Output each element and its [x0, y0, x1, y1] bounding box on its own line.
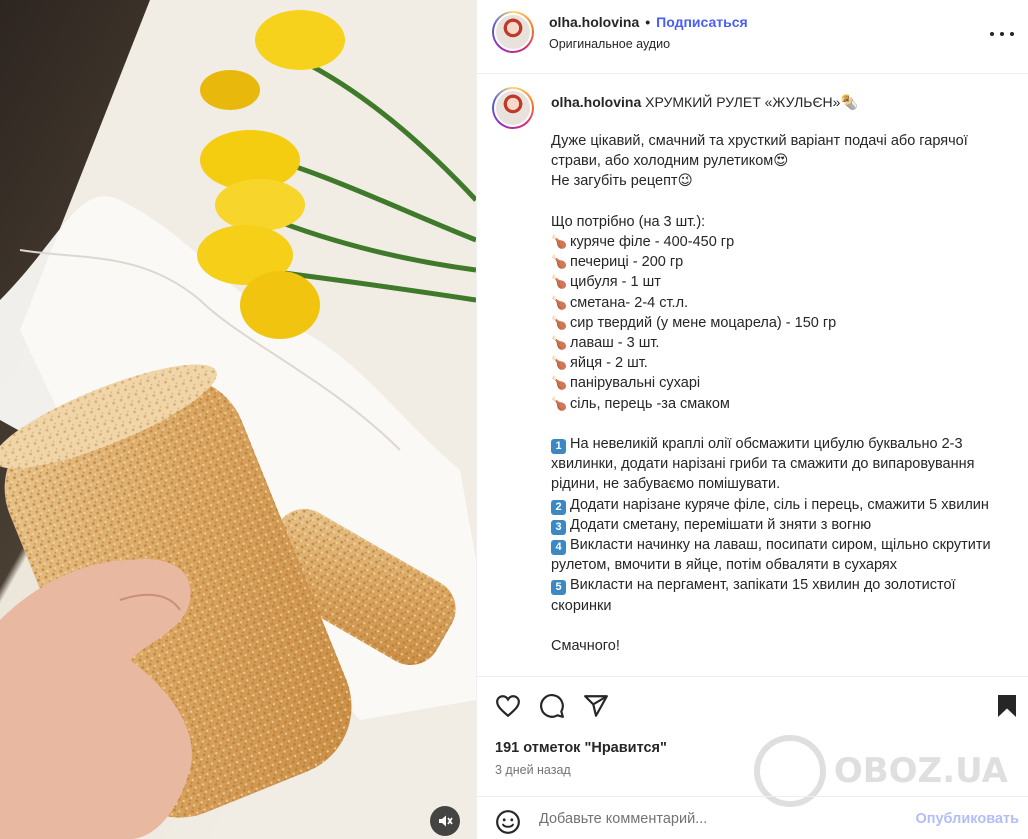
step-number-icon: 1	[551, 439, 566, 455]
drumstick-icon: 🍗	[551, 294, 568, 310]
post-header: olha.holovina • Подписаться Оригинальное…	[477, 0, 1028, 74]
drumstick-icon: 🍗	[551, 234, 568, 249]
step-item: 4 Викласти начинку на лаваш, посипати сир…	[551, 537, 991, 574]
steps-list: 1 На невеликій краплі олії обсмажити цибу…	[551, 434, 1001, 616]
step-item: 3 Додати сметану, перемішати й зняти з во…	[551, 515, 1001, 535]
caption-intro-1: Дуже цікавий, смачний та хрусткий варіан…	[551, 133, 968, 170]
caption-title-emoji: 🌯	[840, 94, 858, 110]
caption-title: ХРУМКИЙ РУЛЕТ «ЖУЛЬЄН»	[645, 94, 841, 110]
step-item: 5 Викласти на пергамент, запікати 15 хвил…	[551, 577, 956, 614]
caption-avatar[interactable]	[492, 87, 534, 129]
caption-intro-2: Не загубіть рецепт😉	[551, 173, 693, 190]
step-number-icon: 5	[551, 580, 566, 596]
ingredient-item: 🍗 панірувальні сухарі	[551, 373, 1001, 393]
drumstick-icon: 🍗	[551, 375, 568, 391]
drumstick-icon: 🍗	[551, 254, 568, 270]
ingredient-item: 🍗 сир твердий (у мене моцарела) - 150 гр	[551, 313, 1001, 333]
step-number-icon: 2	[551, 499, 566, 515]
ingredient-item: 🍗 цибуля - 1 шт	[551, 272, 1001, 292]
post-side-panel: olha.holovina • Подписаться Оригинальное…	[476, 0, 1028, 839]
step-item: 1 На невеликій краплі олії обсмажити цибу…	[551, 436, 975, 493]
drumstick-icon: 🍗	[551, 335, 568, 351]
mute-icon	[439, 815, 453, 827]
mute-button[interactable]	[430, 806, 460, 836]
post-media[interactable]	[0, 0, 476, 839]
caption-closing: Смачного!	[551, 638, 620, 655]
step-number-icon: 4	[551, 540, 566, 556]
heart-icon[interactable]	[495, 693, 521, 719]
audio-link[interactable]: Оригинальное аудио	[549, 37, 670, 51]
bookmark-icon[interactable]	[995, 693, 1019, 719]
ingredient-item: 🍗 яйця - 2 шт.	[551, 353, 1001, 373]
post-date[interactable]: 3 дней назад	[495, 763, 571, 777]
ingredient-item: 🍗 печериці - 200 гр	[551, 252, 1001, 272]
separator-dot: •	[645, 14, 651, 30]
more-icon	[990, 32, 994, 36]
likes-count[interactable]: 191 отметок "Нравится"	[495, 740, 667, 756]
step-number-icon: 3	[551, 519, 566, 535]
header-username[interactable]: olha.holovina	[549, 14, 639, 30]
follow-button[interactable]: Подписаться	[656, 14, 748, 30]
drumstick-icon: 🍗	[551, 355, 568, 371]
drumstick-icon: 🍗	[551, 274, 568, 290]
post-comment-button[interactable]: Опубликовать	[915, 811, 1019, 827]
comment-icon[interactable]	[539, 693, 565, 719]
comment-bar: Опубликовать	[477, 796, 1028, 839]
ingredient-item: 🍗 сіль, перець -за смаком	[551, 394, 1001, 414]
caption: olha.holovina ХРУМКИЙ РУЛЕТ «ЖУЛЬЄН»🌯 Ду…	[477, 75, 1028, 676]
ingredients-list: 🍗 куряче філе - 400-450 гр 🍗 печериці - 200…	[551, 232, 1001, 414]
emoji-icon[interactable]	[495, 809, 521, 835]
ingredient-item: 🍗 куряче філе - 400-450 гр	[551, 232, 1001, 252]
ingredient-item: 🍗 сметана- 2-4 ст.л.	[551, 293, 1001, 313]
comment-input[interactable]	[539, 808, 919, 830]
caption-username[interactable]: olha.holovina	[551, 94, 641, 110]
avatar[interactable]	[492, 11, 534, 53]
drumstick-icon: 🍗	[551, 314, 568, 330]
step-item: 2 Додати нарізане куряче філе, сіль і пер…	[551, 495, 1001, 515]
post-photo	[0, 0, 476, 839]
share-icon[interactable]	[583, 693, 609, 719]
ingredient-item: 🍗 лаваш - 3 шт.	[551, 333, 1001, 353]
ingredients-title: Що потрібно (на 3 шт.):	[551, 213, 706, 230]
more-options-button[interactable]	[990, 24, 1014, 44]
caption-body: Дуже цікавий, смачний та хрусткий варіан…	[551, 131, 1001, 656]
drumstick-icon: 🍗	[551, 395, 568, 411]
